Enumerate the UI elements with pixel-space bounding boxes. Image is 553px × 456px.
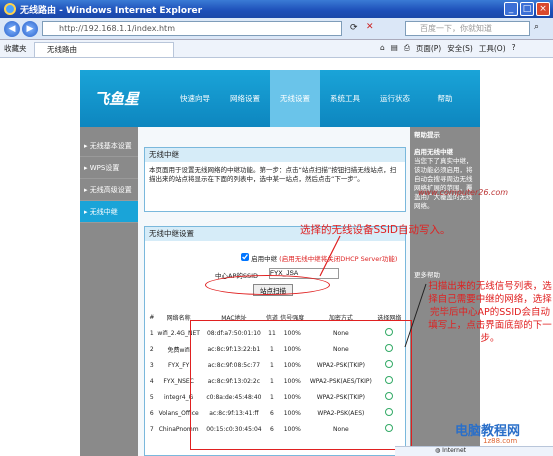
back-icon[interactable]: ◀ [4, 21, 20, 37]
search-input[interactable]: 百度一下，你就知道 [405, 21, 530, 36]
forward-icon[interactable]: ▶ [22, 21, 38, 37]
sidebar-item-advanced[interactable]: ▸ 无线高级设置 [80, 179, 138, 201]
zone-label: Internet [442, 447, 466, 454]
watermark-site: www.computer26.com [418, 188, 509, 197]
arrow-to-ssid [319, 235, 341, 277]
repeater-intro-box: 无线中继 本页面用于设置无线网络的中继功能。第一步：点击“站点扫描”按钮扫描无线… [144, 147, 406, 212]
close-button[interactable]: × [536, 2, 550, 16]
stop-icon[interactable]: ✕ [366, 22, 374, 32]
tab-bar: 收藏夹 无线路由 ⌂ ▤ ⎙ 页面(P) 安全(S) 工具(O) ? [0, 40, 553, 58]
status-bar: ◍ Internet [395, 446, 553, 456]
tools-menu[interactable]: 工具(O) [479, 43, 506, 54]
enable-label: 启用中继 [251, 255, 278, 263]
nav-help[interactable]: 帮助 [420, 70, 470, 127]
maximize-button[interactable]: □ [520, 2, 534, 16]
search-icon[interactable]: ⌕ [534, 22, 539, 32]
safety-menu[interactable]: 安全(S) [447, 43, 473, 54]
sidebar-item-repeater[interactable]: ▸ 无线中继 [80, 201, 138, 223]
window-title: 无线路由 - Windows Internet Explorer [20, 5, 203, 16]
home-icon[interactable]: ⌂ [380, 43, 385, 54]
page-menu[interactable]: 页面(P) [416, 43, 441, 54]
nav-system-tools[interactable]: 系统工具 [320, 70, 370, 127]
tab-active[interactable]: 无线路由 [34, 42, 174, 57]
help-body: 当您下了真实中继，该功能必须启用，将自动会搜寻周边无线网络扩展的范围，覆盖用广大… [414, 157, 473, 210]
watermark-url: 1z88.com [483, 437, 518, 445]
enable-repeater-checkbox[interactable] [241, 253, 249, 261]
refresh-icon[interactable]: ⟳ [350, 23, 358, 33]
site-header: 飞鱼星 快速向导 网络设置 无线设置 系统工具 运行状态 帮助 [80, 70, 480, 127]
minimize-button[interactable]: _ [504, 2, 518, 16]
help-title: 帮助提示 [414, 131, 440, 139]
address-bar: ◀ ▶ http://192.168.1.1/index.htm ⟳ ✕ 百度一… [0, 18, 553, 40]
nav-network[interactable]: 网络设置 [220, 70, 270, 127]
annotation-note-list: 扫描出来的无线信号列表，选择自己需要中继的网络，选择完毕后中心AP的SSID会自… [428, 281, 552, 344]
arrow-to-table [404, 283, 427, 348]
nav-wireless[interactable]: 无线设置 [270, 70, 320, 127]
nav-status[interactable]: 运行状态 [370, 70, 420, 127]
sidebar-item-basic[interactable]: ▸ 无线基本设置 [80, 135, 138, 157]
url-input[interactable]: http://192.168.1.1/index.htm [42, 21, 342, 36]
brand-logo: 飞鱼星 [94, 90, 140, 108]
ie-logo-icon [4, 3, 16, 15]
command-bar: ⌂ ▤ ⎙ 页面(P) 安全(S) 工具(O) ? [380, 43, 516, 54]
intro-text: 本页面用于设置无线网络的中继功能。第一步：点击“站点扫描”按钮扫描无线站点，扫描… [149, 166, 397, 183]
sidebar-item-wps[interactable]: ▸ WPS设置 [80, 157, 138, 179]
annotation-arrows [319, 235, 427, 348]
help-subtitle: 启用无线中继 [414, 148, 453, 156]
window-titlebar: 无线路由 - Windows Internet Explorer [0, 0, 553, 18]
feeds-icon[interactable]: ▤ [391, 43, 398, 54]
print-icon[interactable]: ⎙ [404, 43, 410, 54]
sidebar: ▸ 无线基本设置 ▸ WPS设置 ▸ 无线高级设置 ▸ 无线中继 [80, 127, 138, 456]
globe-icon: ◍ [435, 447, 441, 454]
nav-quick-setup[interactable]: 快速向导 [170, 70, 220, 127]
help-icon[interactable]: ? [512, 43, 516, 54]
box-title: 无线中继 [145, 148, 405, 162]
favorites-button[interactable]: 收藏夹 [4, 43, 27, 54]
